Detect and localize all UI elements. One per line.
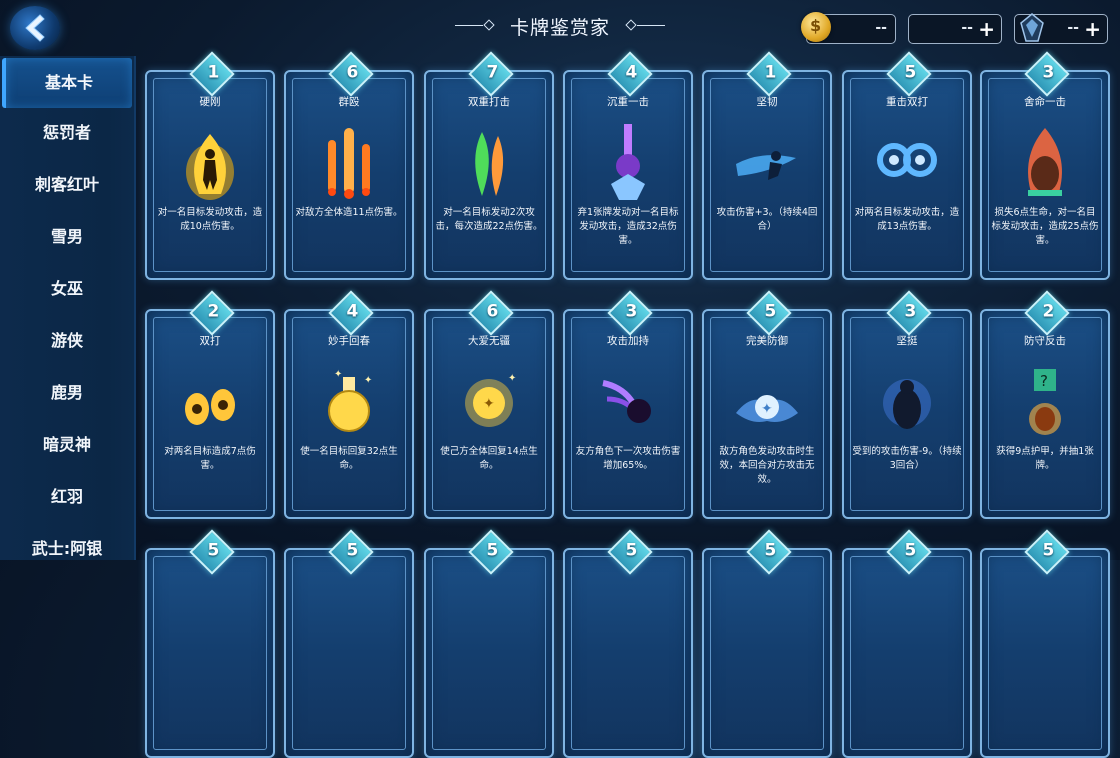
card-name: 舍命一击	[1024, 96, 1066, 108]
resource-2-add-button[interactable]: +	[978, 17, 995, 41]
card-description: 使己方全体回复14点生命。	[440, 446, 538, 471]
card[interactable]: 3 舍命一击 损失6点生命，对一名目标发动攻击，造成25点伤害。	[980, 51, 1110, 280]
card-description: 对一名目标发动攻击，造成10点伤害。	[157, 207, 263, 232]
card[interactable]: 5 重击双打 对两名目标发动攻击，造成13点伤害。	[842, 51, 972, 280]
card-name: 重击双打	[886, 96, 928, 108]
card[interactable]: 5	[980, 529, 1110, 758]
mystery-brute-icon: ?	[1029, 369, 1061, 435]
dash-runner-icon	[736, 151, 796, 180]
card-name: 妙手回春	[328, 335, 370, 347]
card-description: 对敌方全体造11点伤害。	[295, 207, 403, 218]
flame-figure-icon	[186, 134, 234, 200]
card-name: 坚挺	[896, 335, 918, 347]
card[interactable]: 5	[284, 529, 414, 758]
card-description: 敌方角色发动攻击时生效，本回合对方攻击无效。	[719, 446, 815, 485]
card[interactable]: 7 双重打击 对一名目标发动2次攻击，每次造成22点伤害。	[424, 51, 554, 280]
card-description: 攻击伤害+3。（持续4回合）	[716, 207, 818, 232]
card[interactable]: 1 硬刚 对一名目标发动攻击，造成10点伤害。	[145, 51, 275, 280]
card[interactable]: 5	[424, 529, 554, 758]
page-title: 卡牌鉴赏家	[509, 17, 610, 39]
coin-resource: $ --	[801, 12, 896, 44]
card[interactable]: 4 妙手回春 ✦ ✦ 使一名目标回复32点生命。	[284, 290, 414, 519]
card-name: 攻击加持	[607, 335, 649, 347]
sidebar-item-ranger[interactable]: 游侠	[0, 316, 134, 366]
sidebar-item-dark-spirit[interactable]: 暗灵神	[0, 420, 134, 470]
card-name: 硬刚	[199, 96, 221, 108]
card-description: 对两名目标发动攻击，造成13点伤害。	[854, 207, 960, 232]
twin-swirl-icon	[877, 143, 937, 177]
card[interactable]: 5	[842, 529, 972, 758]
card-name: 完美防御	[746, 335, 788, 347]
card-name: 双重打击	[468, 96, 510, 108]
svg-text:✦: ✦	[483, 396, 495, 412]
card[interactable]: 2 双打 对两名目标造成7点伤害。	[145, 290, 275, 519]
sidebar-item-basic[interactable]: 基本卡	[2, 58, 132, 108]
card-name: 双打	[199, 335, 221, 347]
card[interactable]: 5	[563, 529, 693, 758]
sidebar-item-assassin[interactable]: 刺客红叶	[0, 160, 134, 210]
sidebar-item-yeti[interactable]: 雪男	[0, 212, 134, 262]
title-divider-right	[637, 25, 665, 26]
crystal-add-button[interactable]: +	[1084, 17, 1101, 41]
card-description: 友方角色下一次攻击伤害增加65%。	[575, 446, 681, 471]
golden-orb-icon: ✦ ✦	[465, 373, 516, 427]
svg-text:✦: ✦	[761, 401, 773, 417]
card[interactable]: 3 坚挺 受到的攻击伤害-9。（持续3回合）	[842, 290, 972, 519]
card[interactable]: 2 防守反击 ? 获得9点护甲，并抽1张牌。	[980, 290, 1110, 519]
sidebar-item-punisher[interactable]: 惩罚者	[0, 108, 134, 158]
sidebar-item-red-feather[interactable]: 红羽	[0, 472, 134, 522]
coin-icon: $	[801, 12, 831, 42]
chevron-left-icon	[25, 14, 45, 42]
card-name: 群殴	[338, 96, 360, 108]
dark-guard-icon	[883, 379, 931, 429]
back-button[interactable]	[10, 6, 60, 50]
twin-flame-icon	[475, 132, 504, 196]
purple-fist-icon	[602, 380, 651, 423]
card[interactable]: 4 沉重一击 弃1张牌发动对一名目标发动攻击，造成32点伤害。	[563, 51, 693, 280]
card-description: 对一名目标发动2次攻击，每次造成22点伤害。	[435, 207, 543, 232]
card-description: 使一名目标回复32点生命。	[300, 446, 398, 471]
card-name: 沉重一击	[607, 96, 649, 108]
card-name: 防守反击	[1024, 335, 1066, 347]
card[interactable]: 3 攻击加持 友方角色下一次攻击伤害增加65%。	[563, 290, 693, 519]
card[interactable]: 5	[145, 529, 275, 758]
title-divider-left	[455, 25, 483, 26]
crystal-icon	[1020, 13, 1044, 42]
resource-2: -- +	[908, 14, 1002, 44]
diamond-ornament-icon	[483, 19, 495, 31]
coin-value: --	[875, 20, 887, 36]
card-description: 对两名目标造成7点伤害。	[164, 446, 256, 471]
sidebar-item-deerman[interactable]: 鹿男	[0, 368, 134, 418]
card-description: 获得9点护甲，并抽1张牌。	[996, 446, 1094, 471]
potion-icon: ✦ ✦	[328, 369, 372, 432]
card-name: 坚韧	[756, 96, 778, 108]
diamond-ornament-icon	[625, 19, 637, 31]
svg-text:✦: ✦	[508, 373, 516, 384]
card[interactable]: 1 坚韧 攻击伤害+3。（持续4回合）	[702, 51, 832, 280]
card[interactable]: 5	[702, 529, 832, 758]
svg-text:?: ?	[1040, 372, 1048, 390]
sidebar-item-witch[interactable]: 女巫	[0, 264, 134, 314]
svg-text:✦: ✦	[364, 375, 372, 386]
character-sidebar: 基本卡 惩罚者 刺客红叶 雪男 女巫 游侠 鹿男 暗灵神 红羽 武士:阿银	[0, 56, 136, 560]
fire-brute-icon	[1028, 128, 1062, 196]
purple-beam-icon	[611, 124, 645, 200]
svg-text:✦: ✦	[334, 369, 342, 380]
card-name: 大爱无疆	[468, 335, 510, 347]
card[interactable]: 6 大爱无疆 ✦ ✦ 使己方全体回复14点生命。	[424, 290, 554, 519]
fire-pillars-icon	[328, 128, 370, 199]
shield-star-icon: ✦	[736, 395, 798, 422]
card[interactable]: 5 完美防御 ✦ 敌方角色发动攻击时生效，本回合对方攻击无效。	[702, 290, 832, 519]
crystal-value: --	[1067, 20, 1079, 36]
resource-2-value: --	[961, 20, 973, 36]
card[interactable]: 6 群殴 对敌方全体造11点伤害。	[284, 51, 414, 280]
card-description: 弃1张牌发动对一名目标发动攻击，造成32点伤害。	[577, 207, 679, 246]
title-group: 卡牌鉴赏家	[455, 12, 665, 40]
twin-fist-icon	[185, 389, 235, 425]
crystal-resource: -- +	[1014, 13, 1108, 44]
top-bar: 卡牌鉴赏家 $ -- -- + -- +	[0, 0, 1120, 56]
sidebar-item-samurai[interactable]: 武士:阿银	[0, 524, 134, 574]
card-description: 损失6点生命，对一名目标发动攻击，造成25点伤害。	[991, 207, 1099, 246]
card-description: 受到的攻击伤害-9。（持续3回合）	[852, 446, 962, 471]
